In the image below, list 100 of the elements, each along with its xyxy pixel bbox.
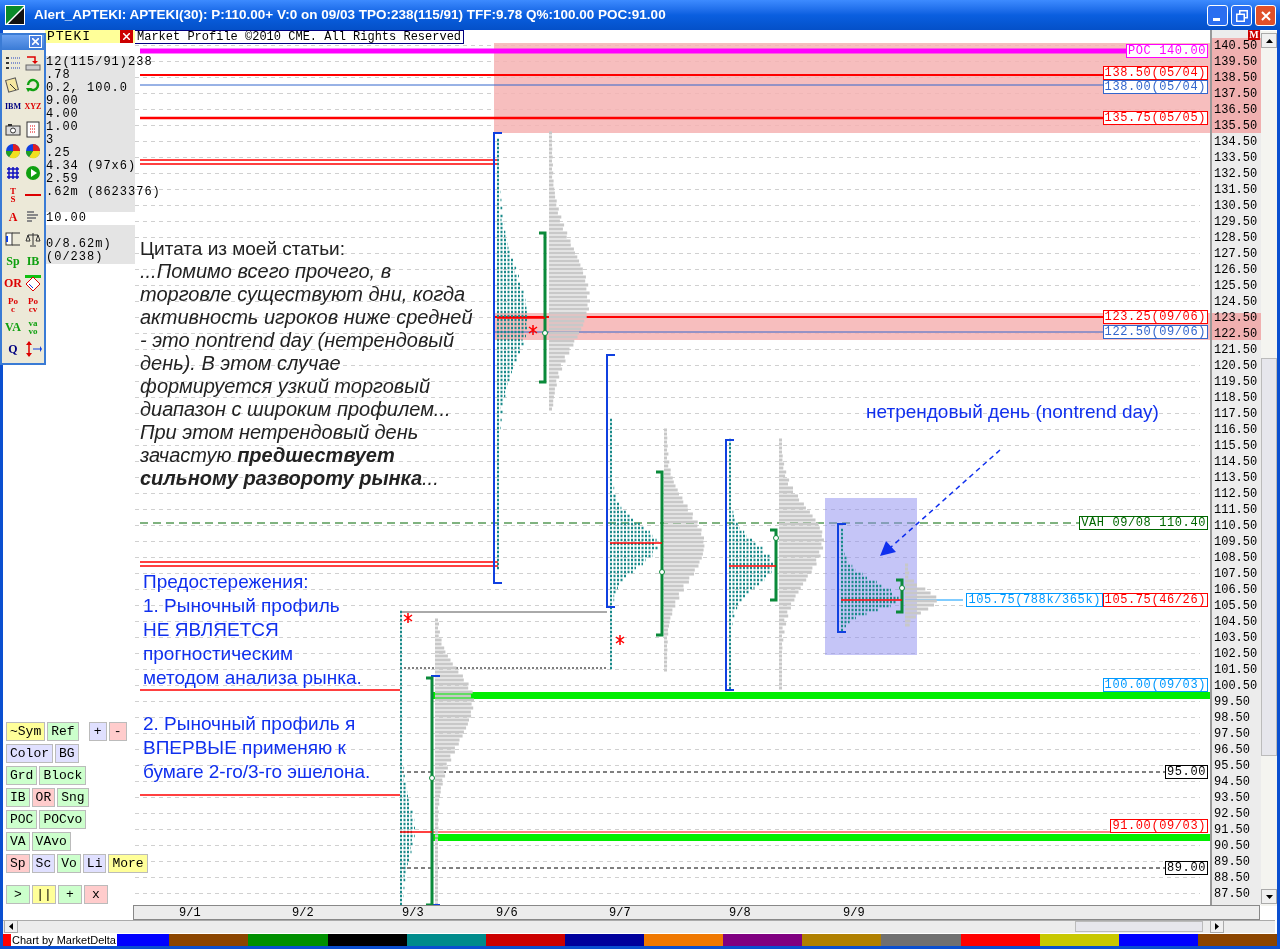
panel-button[interactable]: VAvo [31,832,71,851]
info-value: 10.00 [45,212,87,225]
toolbar-button[interactable]: IBM [5,103,21,111]
info-value: 9.00 [45,95,79,108]
scroll-down-icon[interactable] [1265,894,1273,899]
close-button[interactable] [1255,5,1276,26]
toolbar-button[interactable]: XYZ [24,103,42,111]
toolbar-button[interactable]: T S [10,187,16,203]
panel-button[interactable]: Color [6,744,53,763]
maximize-button[interactable] [1231,5,1252,26]
axis-label: 121.50 [1214,344,1258,356]
price-level-label: 123.25(09/06) [1102,310,1208,324]
panel-button[interactable]: Sc [31,854,56,873]
panel-button[interactable]: IB [6,788,30,807]
panel-button[interactable]: + [88,722,107,741]
price-level-line [904,599,964,601]
axis-label: 115.50 [1214,440,1258,452]
panel-button[interactable]: Grd [6,766,38,785]
list-icon[interactable] [4,54,22,72]
panel-button[interactable]: Sng [57,788,89,807]
price-level-label: 138.50(05/04) [1102,66,1208,80]
axis-label: 108.50 [1214,552,1258,564]
asterisk-icon [615,634,625,646]
scroll-right-icon[interactable] [1215,923,1219,930]
panel-button[interactable]: Ref [47,722,79,741]
panel-button[interactable]: OR [31,788,56,807]
tray-icon[interactable] [24,54,42,72]
toolbar-button[interactable]: Po c [8,297,18,313]
toolbar-button[interactable]: Po cv [28,297,38,313]
axis-label: 9/7 [609,906,631,920]
price-level-label: 95.00 [1165,765,1208,779]
scroll-left-icon[interactable] [9,923,13,930]
diamond-icon[interactable] [24,274,42,292]
axis-label: 100.50 [1214,680,1258,692]
axis-label: 136.50 [1214,104,1258,116]
hand-icon[interactable] [4,76,22,94]
scroll-up-icon[interactable] [1265,38,1273,43]
axis-label: 107.50 [1214,568,1258,580]
axis-label: 117.50 [1214,408,1258,420]
panel-button[interactable]: POC [6,810,38,829]
panel-button[interactable]: x [84,885,108,904]
axis-label: 110.50 [1214,520,1258,532]
grid-icon[interactable] [4,164,22,182]
axis-label: 87.50 [1214,888,1250,900]
price-level-label: 100.00(09/03) [1102,678,1208,692]
panel-button[interactable]: Sp [6,854,30,873]
panel-button[interactable]: Li [82,854,107,873]
price-level-label: 91.00(09/03) [1110,819,1208,833]
bracket-icon[interactable] [4,230,22,248]
vertical-arrows-icon[interactable] [24,340,42,358]
color-wheel-icon[interactable] [24,142,42,160]
panel-button[interactable]: || [32,885,56,904]
panel-button[interactable]: Block [39,766,87,785]
axis-label: 125.50 [1214,280,1258,292]
window-title: Alert_APTEKI: APTEKI(30): P:110.00+ V:0 on 09/03 TPO:238(115/91) TFF:9.78 Q%:100.00 POC:91.00 [34,5,666,24]
scrollbar-thumb[interactable] [1261,358,1277,756]
scales-icon[interactable] [24,230,42,248]
axis-label: 9/9 [843,906,865,920]
panel-button[interactable]: BG [55,744,79,763]
panel-button[interactable]: POCvo [39,810,87,829]
axis-label: 91.50 [1214,824,1250,836]
scrollbar-thumb[interactable] [1075,921,1203,932]
color-wheel-icon[interactable] [4,142,22,160]
panel-button[interactable]: ~Sym [6,722,46,741]
vertical-scrollbar[interactable] [1261,31,1277,906]
close-icon [1260,10,1271,21]
axis-label: 118.50 [1214,392,1258,404]
axis-label: 97.50 [1214,728,1250,740]
axis-label: 126.50 [1214,264,1258,276]
price-level-label: 105.75(788k/365k) [966,593,1103,607]
panel-button[interactable]: - [108,722,127,741]
m-button[interactable]: M [1248,30,1260,40]
axis-label: 102.50 [1214,648,1258,660]
axis-label: 90.50 [1214,840,1250,852]
panel-button[interactable]: > [6,885,30,904]
app-icon [4,4,26,26]
toolbar-button[interactable]: Q [8,345,18,353]
axis-label: 133.50 [1214,152,1258,164]
axis-label: 101.50 [1214,664,1258,676]
panel-button[interactable]: Vo [57,854,81,873]
axis-label: 92.50 [1214,808,1250,820]
toolbar-button[interactable]: OR [4,279,22,287]
price-level-label: POC 140.00 [1126,44,1208,58]
axis-label: 128.50 [1214,232,1258,244]
axis-label: 109.50 [1214,536,1258,548]
credit-label: Chart by MarketDelta [11,934,117,946]
axis-label: 132.50 [1214,168,1258,180]
maximize-icon [1235,9,1248,22]
price-level-label: 138.00(05/04) [1102,80,1208,94]
info-value: .78 [45,69,71,82]
copyright-label: Market Profile ©2010 CME. All Rights Reserved [134,30,465,44]
axis-label: 88.50 [1214,872,1250,884]
panel-button[interactable]: More [108,854,148,873]
info-value: 0.2, 100.0 [45,82,128,95]
panel-button[interactable]: VA [6,832,30,851]
panel-button[interactable]: + [58,885,82,904]
toolbar-button[interactable]: A [8,213,18,221]
price-level-label: 122.50(09/06) [1102,325,1208,339]
minimize-button[interactable] [1207,5,1228,26]
info-value: 12(115/91)238 [45,56,153,69]
